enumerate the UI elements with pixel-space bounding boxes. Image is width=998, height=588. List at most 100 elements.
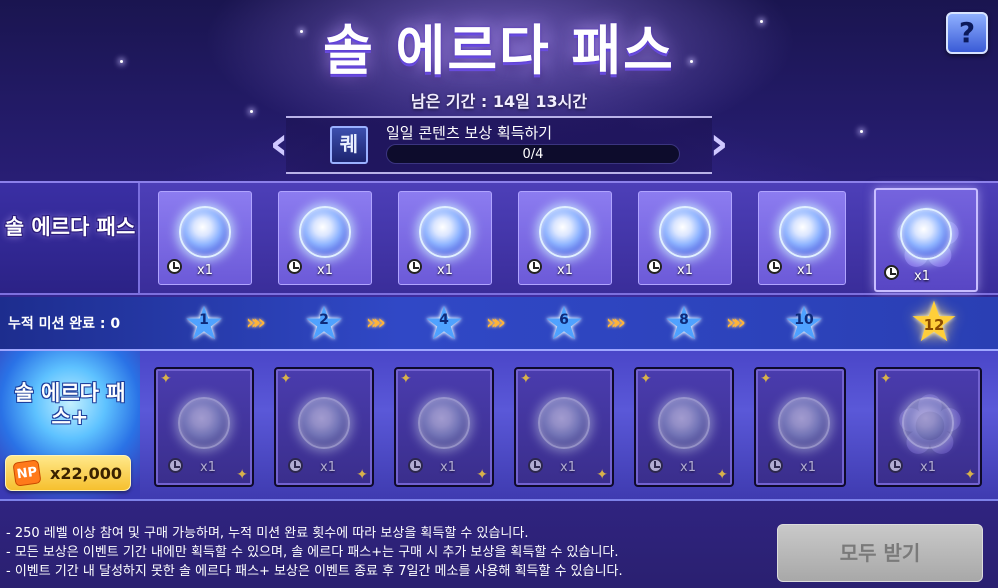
clock-icon <box>528 458 543 473</box>
erda-orb-icon <box>418 397 470 449</box>
reward-quantity: x1 <box>437 263 453 278</box>
quest-icon: 퀘 <box>330 126 368 164</box>
erda-orb-icon <box>538 397 590 449</box>
reward-card[interactable]: x1 <box>158 191 252 285</box>
clock-icon <box>768 458 783 473</box>
reward-quantity: x1 <box>914 269 930 284</box>
sparkle-corner-icon: ✦ <box>760 371 772 387</box>
reward-card[interactable]: x1 <box>518 191 612 285</box>
reward-card[interactable]: x1 <box>278 191 372 285</box>
locked-reward-card[interactable]: ✦ x1 <box>754 367 846 487</box>
daily-mission-label: 일일 콘텐츠 보상 획득하기 <box>386 124 553 142</box>
sparkle-corner-icon: ✦ <box>964 467 976 483</box>
milestone-number: 6 <box>559 312 569 328</box>
remaining-period: 남은 기간 : 14일 13시간 <box>410 92 588 111</box>
sparkle <box>860 130 863 133</box>
purchase-plus-button[interactable]: NP x22,000 <box>5 455 131 491</box>
locked-reward-card[interactable]: ✦ ✦ x1 <box>634 367 734 487</box>
reward-quantity: x1 <box>797 263 813 278</box>
sparkle-corner-icon: ✦ <box>356 467 368 483</box>
progress-arrow-icon: »» <box>246 310 266 334</box>
reward-quantity: x1 <box>560 460 576 475</box>
sparkle-corner-icon: ✦ <box>400 371 412 387</box>
daily-mission-progress-bar: 0/4 <box>386 144 680 164</box>
erda-orb-icon <box>779 206 831 258</box>
locked-reward-card[interactable]: ✦ ✦ x1 <box>514 367 614 487</box>
progress-arrow-icon: »» <box>606 310 626 334</box>
erda-orb-icon <box>900 208 952 260</box>
locked-reward-card[interactable]: ✦ ✦ x1 <box>154 367 254 487</box>
notice-line: - 이벤트 기간 내 달성하지 못한 솔 에르다 패스+ 보상은 이벤트 종료 … <box>6 564 623 579</box>
locked-reward-card[interactable]: ✦ ✦ x1 <box>394 367 494 487</box>
clock-icon <box>648 458 663 473</box>
erda-orb-icon <box>658 397 710 449</box>
milestone-number: 8 <box>679 312 689 328</box>
clock-icon <box>288 458 303 473</box>
erda-orb-icon <box>419 206 471 258</box>
plus-pass-row: 솔 에르다 패스+ NP x22,000 ✦ ✦ x1 ✦ ✦ x1 ✦ ✦ x… <box>0 349 998 501</box>
chevron-right-icon: › <box>709 116 729 170</box>
clock-icon <box>407 259 422 274</box>
reward-quantity: x1 <box>320 460 336 475</box>
progress-arrow-icon: »» <box>486 310 506 334</box>
erda-orb-icon <box>778 397 830 449</box>
sparkle-corner-icon: ✦ <box>596 467 608 483</box>
reward-quantity: x1 <box>440 460 456 475</box>
milestone-number: 12 <box>923 316 945 334</box>
help-button[interactable]: ? <box>946 12 988 54</box>
erda-orb-icon <box>902 397 954 449</box>
reward-quantity: x1 <box>920 460 936 475</box>
sparkle-corner-icon: ✦ <box>236 467 248 483</box>
erda-orb-icon <box>539 206 591 258</box>
daily-mission-banner: ‹ › 퀘 일일 콘텐츠 보상 획득하기 0/4 <box>268 114 730 176</box>
erda-orb-icon <box>659 206 711 258</box>
clock-icon <box>888 458 903 473</box>
mission-progress-row: 누적 미션 완료 : 0 ★ 1 »» ★ 2 »» ★ 4 »» ★ 6 »»… <box>0 295 998 351</box>
free-pass-label-box: 솔 에르다 패스 <box>0 183 140 293</box>
sparkle-corner-icon: ✦ <box>640 371 652 387</box>
erda-orb-icon <box>178 397 230 449</box>
plus-pass-label: 솔 에르다 패스+ <box>14 381 126 429</box>
sparkle-corner-icon: ✦ <box>520 371 532 387</box>
milestone-number: 2 <box>319 312 329 328</box>
clock-icon <box>167 259 182 274</box>
clock-icon <box>168 458 183 473</box>
purchase-price: x22,000 <box>50 464 123 483</box>
receive-all-button[interactable]: 모두 받기 <box>777 524 983 582</box>
progress-arrow-icon: »» <box>726 310 746 334</box>
reward-quantity: x1 <box>200 460 216 475</box>
chevron-left-icon: ‹ <box>269 116 289 170</box>
reward-card[interactable]: x1 <box>758 191 846 285</box>
sparkle-corner-icon: ✦ <box>280 371 292 387</box>
reward-quantity: x1 <box>680 460 696 475</box>
reward-quantity: x1 <box>800 460 816 475</box>
reward-quantity: x1 <box>557 263 573 278</box>
erda-orb-icon <box>298 397 350 449</box>
free-pass-label: 솔 에르다 패스 <box>4 215 136 239</box>
page-title: 솔 에르다 패스 <box>323 19 675 82</box>
reward-card[interactable]: x1 <box>638 191 732 285</box>
clock-icon <box>408 458 423 473</box>
plus-pass-label-box: 솔 에르다 패스+ NP x22,000 <box>0 351 140 499</box>
free-pass-row: 솔 에르다 패스 x1 x1 x1 x1 x1 x1 ✿ x1 <box>0 181 998 295</box>
clock-icon <box>287 259 302 274</box>
erda-orb-icon <box>299 206 351 258</box>
reward-card[interactable]: x1 <box>398 191 492 285</box>
clock-icon <box>527 259 542 274</box>
reward-quantity: x1 <box>317 263 333 278</box>
daily-mission-progress-text: 0/4 <box>522 147 544 162</box>
locked-reward-card[interactable]: ✦ ✦ x1 <box>274 367 374 487</box>
locked-final-reward-card[interactable]: ✦ ✦ ✿ x1 <box>874 367 982 487</box>
cumulative-mission-label: 누적 미션 완료 : 0 <box>8 316 121 332</box>
milestone-number: 1 <box>199 312 209 328</box>
erda-orb-icon <box>179 206 231 258</box>
clock-icon <box>884 265 899 280</box>
reward-quantity: x1 <box>197 263 213 278</box>
progress-arrow-icon: »» <box>366 310 386 334</box>
nexon-point-icon: NP <box>12 459 42 487</box>
final-reward-card[interactable]: ✿ x1 <box>874 188 978 292</box>
clock-icon <box>647 259 662 274</box>
sparkle-corner-icon: ✦ <box>716 467 728 483</box>
sparkle-corner-icon: ✦ <box>160 371 172 387</box>
notice-line: - 250 레벨 이상 참여 및 구매 가능하며, 누적 미션 완료 횟수에 따… <box>6 526 529 541</box>
